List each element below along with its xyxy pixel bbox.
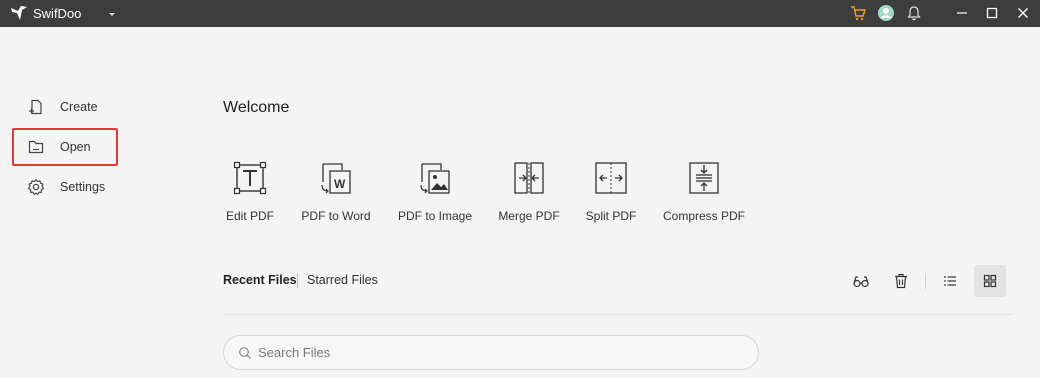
sidebar-item-label: Settings — [60, 180, 106, 194]
tool-label: Merge PDF — [498, 209, 560, 223]
compress-pdf-icon — [684, 158, 724, 198]
tool-label: Compress PDF — [663, 209, 746, 223]
maximize-icon[interactable] — [983, 4, 1001, 22]
gear-icon — [27, 178, 45, 196]
swifdoo-logo-icon — [10, 4, 28, 22]
tool-pdf-to-word[interactable]: W PDF to Word — [301, 158, 371, 223]
user-icon[interactable] — [877, 4, 895, 22]
tab-starred-files[interactable]: Starred Files — [307, 273, 378, 287]
tool-edit-pdf[interactable]: Edit PDF — [226, 158, 274, 223]
tab-recent-files[interactable]: Recent Files — [223, 273, 297, 287]
close-icon[interactable] — [1014, 4, 1032, 22]
sidebar-item-open[interactable]: Open — [12, 128, 118, 166]
app-menu-chevron-icon[interactable] — [106, 7, 118, 19]
search-input[interactable] — [258, 345, 738, 360]
pdf-to-image-icon — [415, 158, 455, 198]
tab-divider — [297, 273, 298, 288]
grid-view-icon[interactable] — [974, 265, 1006, 297]
sidebar-item-label: Open — [60, 140, 91, 154]
sidebar-item-settings[interactable]: Settings — [12, 168, 118, 206]
tool-split-pdf[interactable]: Split PDF — [586, 158, 636, 223]
sidebar-item-label: Create — [60, 100, 98, 114]
tool-label: Split PDF — [585, 209, 637, 223]
trash-icon[interactable] — [885, 265, 917, 297]
list-view-icon[interactable] — [934, 265, 966, 297]
title-bar: SwifDoo — [0, 0, 1040, 27]
actions-divider — [925, 273, 926, 289]
search-box — [223, 335, 759, 370]
bell-icon[interactable] — [905, 4, 923, 22]
glasses-icon[interactable] — [845, 265, 877, 297]
tool-pdf-to-image[interactable]: PDF to Image — [398, 158, 472, 223]
tool-compress-pdf[interactable]: Compress PDF — [663, 158, 746, 223]
tool-label: Edit PDF — [226, 209, 275, 223]
tool-merge-pdf[interactable]: Merge PDF — [498, 158, 560, 223]
edit-pdf-icon — [230, 158, 270, 198]
split-pdf-icon — [591, 158, 631, 198]
sidebar-item-create[interactable]: Create — [12, 88, 118, 126]
tool-label: PDF to Word — [301, 209, 371, 223]
svg-text:W: W — [334, 177, 346, 191]
minimize-icon[interactable] — [953, 4, 971, 22]
welcome-heading: Welcome — [223, 99, 290, 116]
search-icon — [239, 346, 251, 359]
pdf-to-word-icon: W — [316, 158, 356, 198]
merge-pdf-icon — [509, 158, 549, 198]
cart-icon[interactable] — [849, 4, 867, 22]
app-name: SwifDoo — [33, 6, 82, 21]
folder-icon — [28, 140, 44, 154]
files-divider — [223, 314, 1013, 315]
create-icon — [29, 99, 42, 115]
tool-label: PDF to Image — [397, 209, 473, 223]
